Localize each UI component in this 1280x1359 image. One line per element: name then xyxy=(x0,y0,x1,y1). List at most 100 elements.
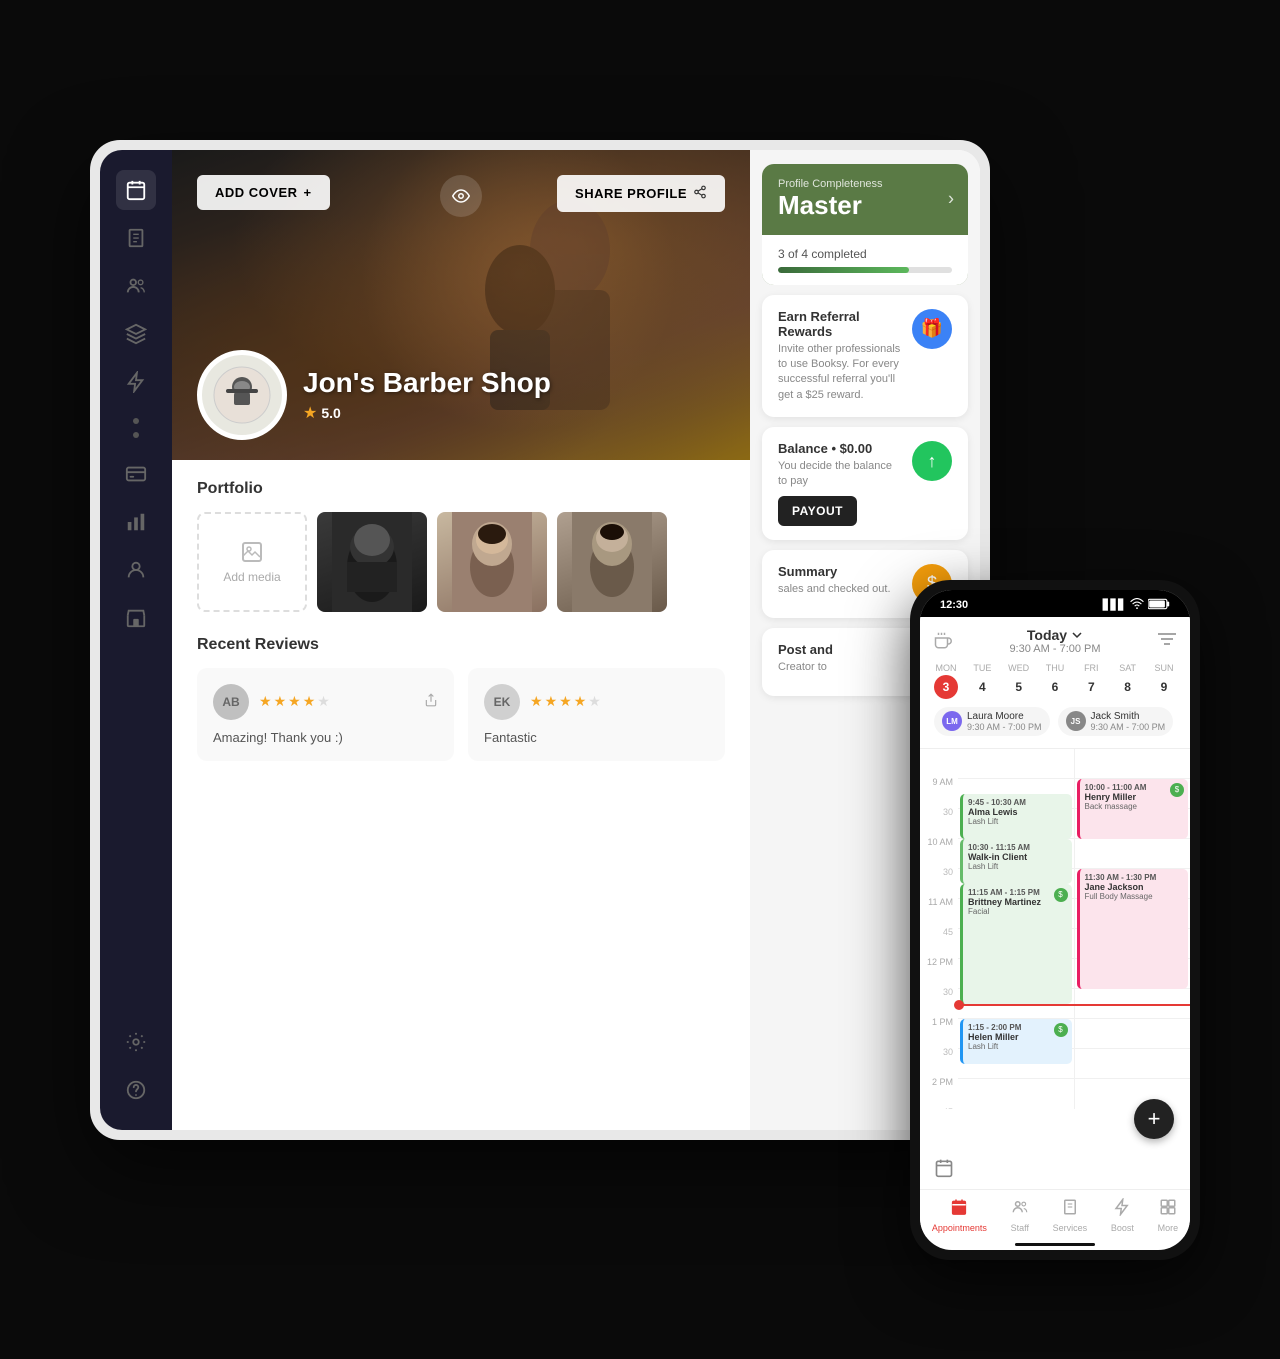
balance-title: Balance • $0.00 xyxy=(778,441,902,456)
rating-number: 5.0 xyxy=(321,405,340,421)
dollar-badge: $ xyxy=(1170,783,1184,797)
appointments-nav-label: Appointments xyxy=(932,1223,987,1233)
calendar-time-range: 9:30 AM - 7:00 PM xyxy=(952,643,1158,655)
staff-jack[interactable]: JS Jack Smith 9:30 AM - 7:00 PM xyxy=(1058,707,1174,736)
sidebar-icon-settings[interactable] xyxy=(116,1022,156,1062)
share-profile-button[interactable]: SHARE PROFILE xyxy=(557,175,725,212)
scene: ADD COVER + SHARE PROFILE xyxy=(90,80,1190,1280)
portfolio-image-2 xyxy=(437,512,547,612)
time-column: 9 AM 30 10 AM 30 11 AM 45 12 PM 30 1 PM … xyxy=(920,749,958,1109)
star-2: ★ xyxy=(274,693,287,710)
more-nav-label: More xyxy=(1158,1223,1179,1233)
nav-boost[interactable]: Boost xyxy=(1111,1198,1134,1233)
day-wed[interactable]: WED 5 xyxy=(1007,663,1031,699)
sidebar-icon-people[interactable] xyxy=(116,266,156,306)
day-tue[interactable]: TUE 4 xyxy=(970,663,994,699)
add-appointment-fab[interactable]: + xyxy=(1134,1099,1174,1139)
completeness-level: Master xyxy=(778,190,952,221)
share-icon xyxy=(693,185,707,202)
shop-name: Jon's Barber Shop xyxy=(303,367,551,399)
cover-area: ADD COVER + SHARE PROFILE xyxy=(172,150,750,460)
nav-staff[interactable]: Staff xyxy=(1011,1198,1029,1233)
star-4: ★ xyxy=(303,693,316,710)
calendar-small-icon[interactable] xyxy=(934,1158,954,1183)
appointment-henry[interactable]: $ 10:00 - 11:00 AM Henry Miller Back mas… xyxy=(1077,779,1189,839)
phone-bottom-nav: Appointments Staff xyxy=(920,1189,1190,1237)
staff-columns: 9:45 - 10:30 AM Alma Lewis Lash Lift 10:… xyxy=(958,749,1190,1109)
nav-services[interactable]: Services xyxy=(1053,1198,1088,1233)
boost-nav-label: Boost xyxy=(1111,1223,1134,1233)
completeness-card[interactable]: Profile Completeness Master › 3 of 4 com… xyxy=(762,164,968,285)
day-mon[interactable]: MON 3 xyxy=(934,663,958,699)
sidebar-icon-group[interactable] xyxy=(116,550,156,590)
calendar-header: Today 9:30 AM - 7:00 PM xyxy=(920,617,1190,749)
nav-more[interactable]: More xyxy=(1158,1198,1179,1233)
tablet: ADD COVER + SHARE PROFILE xyxy=(90,140,990,1140)
gift-icon[interactable]: 🎁 xyxy=(912,309,952,349)
add-media-button[interactable]: Add media xyxy=(197,512,307,612)
completeness-inner: Profile Completeness Master › xyxy=(762,164,968,235)
filter-icon[interactable] xyxy=(1158,632,1176,649)
sidebar-icon-cube[interactable] xyxy=(116,314,156,354)
eye-button[interactable] xyxy=(440,175,482,217)
star-3: ★ xyxy=(288,693,301,710)
review-avatar-1: AB xyxy=(213,684,249,720)
summary-desc: sales and checked out. xyxy=(778,582,902,597)
rating: ★ 5.0 xyxy=(303,403,551,423)
review-avatar-2: EK xyxy=(484,684,520,720)
appointment-helen[interactable]: $ 1:15 - 2:00 PM Helen Miller Lash Lift xyxy=(960,1019,1072,1064)
staff-nav-icon xyxy=(1011,1198,1029,1221)
sidebar-icon-help[interactable] xyxy=(116,1070,156,1110)
jack-column: $ 10:00 - 11:00 AM Henry Miller Back mas… xyxy=(1075,749,1191,1109)
balance-desc: You decide the balance to pay xyxy=(778,459,902,490)
payout-button[interactable]: PAYOUT xyxy=(778,496,857,526)
day-thu[interactable]: THU 6 xyxy=(1043,663,1067,699)
staff-time-jack: 9:30 AM - 7:00 PM xyxy=(1091,722,1166,732)
creator-content: Post and Creator to xyxy=(778,642,902,675)
calendar-today-label[interactable]: Today xyxy=(952,627,1158,643)
appointment-jane[interactable]: 11:30 AM - 1:30 PM Jane Jackson Full Bod… xyxy=(1077,869,1189,989)
day-sun[interactable]: SUN 9 xyxy=(1152,663,1176,699)
sidebar-icon-clipboard[interactable] xyxy=(116,218,156,258)
progress-fill xyxy=(778,267,909,273)
staff-list: LM Laura Moore 9:30 AM - 7:00 PM JS Jack… xyxy=(934,707,1176,742)
arrow-up-icon[interactable]: ↑ xyxy=(912,441,952,481)
staff-laura[interactable]: LM Laura Moore 9:30 AM - 7:00 PM xyxy=(934,707,1050,736)
staff-nav-label: Staff xyxy=(1011,1223,1029,1233)
referral-card: Earn Referral Rewards Invite other profe… xyxy=(762,295,968,418)
review-card-2: EK ★ ★ ★ ★ ★ Fantastic xyxy=(468,668,725,761)
nav-appointments[interactable]: Appointments xyxy=(932,1198,987,1233)
calendar-top: Today 9:30 AM - 7:00 PM xyxy=(934,627,1176,655)
phone-time: 12:30 xyxy=(940,599,968,611)
star-1: ★ xyxy=(530,693,543,710)
sidebar-icon-card[interactable] xyxy=(116,454,156,494)
summary-title: Summary xyxy=(778,564,902,579)
add-cover-plus-icon: + xyxy=(304,185,312,200)
sidebar-icon-chart[interactable] xyxy=(116,502,156,542)
review-stars-1: ★ ★ ★ ★ ★ xyxy=(259,693,330,710)
services-nav-label: Services xyxy=(1053,1223,1088,1233)
phone-status-bar: 12:30 ▋▋▋ xyxy=(920,590,1190,617)
completed-text: 3 of 4 completed xyxy=(778,247,952,261)
review-share-icon[interactable] xyxy=(424,693,438,710)
appointment-brittney[interactable]: $ 11:15 AM - 1:15 PM Brittney Martinez F… xyxy=(960,884,1072,1004)
sidebar-icon-calendar[interactable] xyxy=(116,170,156,210)
sidebar-dot xyxy=(133,418,139,424)
balance-card: Balance • $0.00 You decide the balance t… xyxy=(762,427,968,540)
sidebar xyxy=(100,150,172,1130)
add-cover-button[interactable]: ADD COVER + xyxy=(197,175,330,210)
day-sat[interactable]: SAT 8 xyxy=(1116,663,1140,699)
day-fri[interactable]: FRI 7 xyxy=(1079,663,1103,699)
referral-desc: Invite other professionals to use Booksy… xyxy=(778,342,902,404)
appointment-alma[interactable]: 9:45 - 10:30 AM Alma Lewis Lash Lift xyxy=(960,794,1072,839)
phone-status-icons: ▋▋▋ xyxy=(1103,598,1170,613)
star-3: ★ xyxy=(559,693,572,710)
appointment-walkin[interactable]: 10:30 - 11:15 AM Walk-in Client Lash Lif… xyxy=(960,839,1072,884)
sidebar-icon-store[interactable] xyxy=(116,598,156,638)
dollar-badge: $ xyxy=(1054,888,1068,902)
completeness-footer: 3 of 4 completed xyxy=(762,235,968,285)
sidebar-icon-lightning[interactable] xyxy=(116,362,156,402)
star-4: ★ xyxy=(574,693,587,710)
home-indicator xyxy=(1015,1243,1095,1246)
add-cover-label: ADD COVER xyxy=(215,185,298,200)
